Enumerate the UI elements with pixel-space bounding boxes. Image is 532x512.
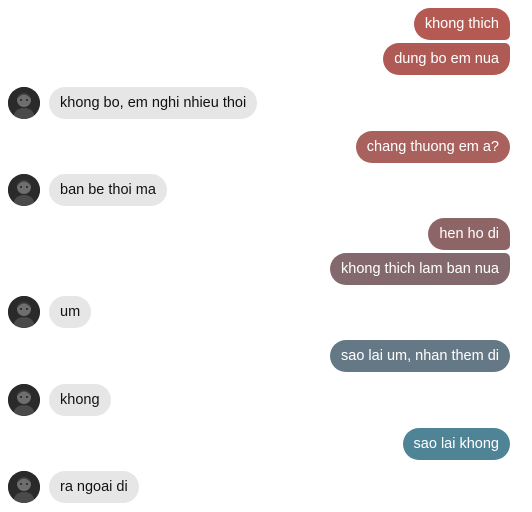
sent-message-bubble[interactable]: sao lai um, nhan them di: [330, 340, 510, 372]
contact-avatar[interactable]: [8, 87, 40, 119]
sent-message-bubble[interactable]: sao lai khong: [402, 428, 510, 460]
contact-avatar[interactable]: [8, 296, 40, 328]
contact-avatar[interactable]: [8, 471, 40, 503]
chat-thread: khong thich dung bo em nua khong bo, em …: [0, 0, 532, 512]
sent-message-bubble[interactable]: dung bo em nua: [383, 43, 510, 75]
received-message-bubble[interactable]: khong bo, em nghi nhieu thoi: [49, 87, 258, 119]
received-message-bubble[interactable]: ban be thoi ma: [49, 174, 167, 206]
sent-message-bubble[interactable]: chang thuong em a?: [355, 131, 510, 163]
sent-message-bubble[interactable]: khong thich lam ban nua: [330, 253, 510, 285]
received-message-bubble[interactable]: khong: [49, 384, 111, 416]
user-avatar-icon: [8, 174, 40, 206]
sent-message-bubble[interactable]: hen ho di: [428, 218, 510, 250]
user-avatar-icon: [8, 384, 40, 416]
user-avatar-icon: [8, 87, 40, 119]
user-avatar-icon: [8, 471, 40, 503]
sent-message-bubble[interactable]: khong thich: [413, 8, 510, 40]
user-avatar-icon: [8, 296, 40, 328]
received-message-bubble[interactable]: ra ngoai di: [49, 471, 139, 503]
contact-avatar[interactable]: [8, 174, 40, 206]
contact-avatar[interactable]: [8, 384, 40, 416]
received-message-bubble[interactable]: um: [49, 296, 92, 328]
